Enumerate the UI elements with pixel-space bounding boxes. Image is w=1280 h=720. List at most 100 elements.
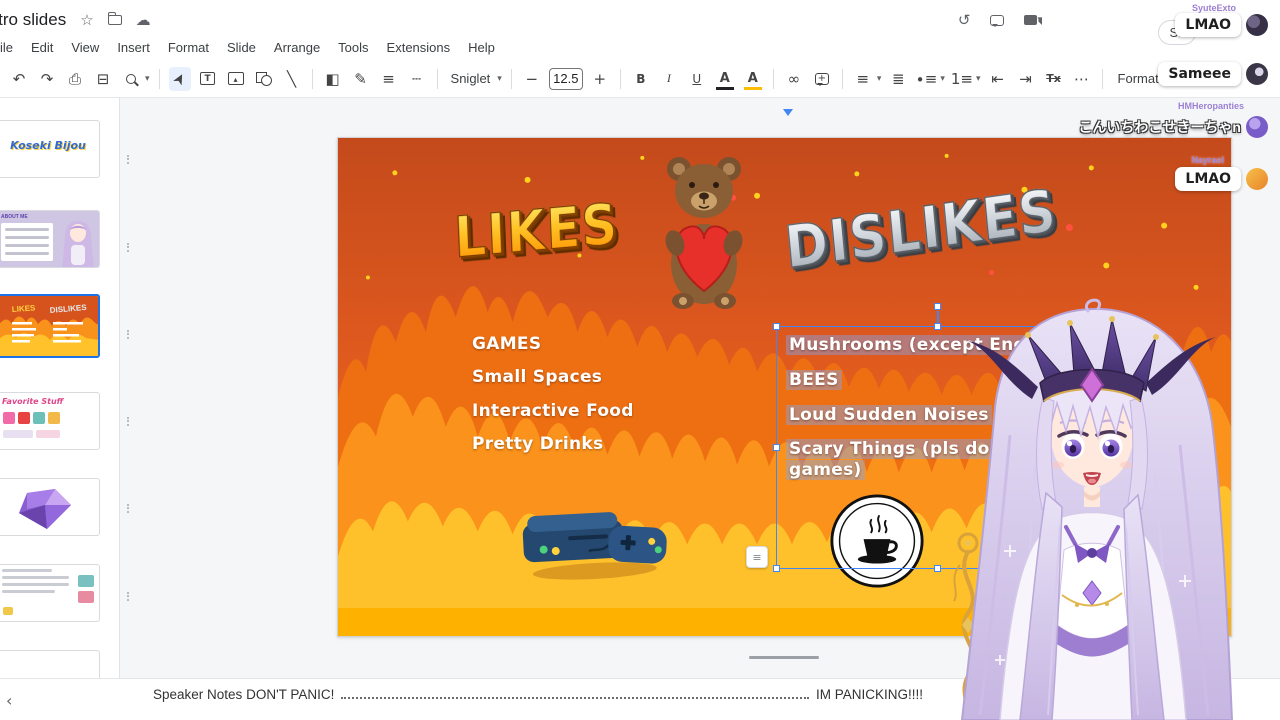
likes-item[interactable]: Small Spaces [472,367,602,387]
teddy-bear-image[interactable] [649,149,759,314]
slide-thumbnail-2[interactable]: ABOUT ME [0,210,100,268]
menu-edit[interactable]: Edit [22,37,62,58]
thumb4-title: Favorite Stuff [2,397,64,406]
clear-formatting-icon[interactable]: Tx [1043,67,1065,91]
border-color-icon[interactable]: ✎ [350,67,372,91]
undo-icon[interactable]: ↶ [8,67,30,91]
numbered-list-icon[interactable]: 1≡ [951,67,973,91]
slide-thumbnail-3-selected[interactable]: LIKES DISLIKES [0,294,100,358]
text-box-icon[interactable]: T [197,67,219,91]
titlebar: Intro slides ☆ ☁ ↺ ▾ Sli [0,0,1280,45]
drag-chip[interactable]: ≡ [746,546,768,568]
slide-thumbnail-1[interactable]: Koseki Bijou [0,120,100,178]
cloud-saved-icon: ☁ [135,11,151,29]
more-toolbar-icon[interactable]: ⋯ [1071,67,1093,91]
slide-thumbnail-6[interactable] [0,564,100,622]
document-title[interactable]: Intro slides [0,10,66,30]
thumb2-character [62,221,94,267]
insert-line-icon[interactable]: ╲ [281,67,303,91]
google-slides-app: Intro slides ☆ ☁ ↺ ▾ Sli File Edit View … [0,0,1280,720]
bulleted-list-icon[interactable]: ∙≡ [915,67,937,91]
thumb1-title: Koseki Bijou [10,139,86,152]
slide-thumbnail-5[interactable] [0,478,100,536]
bulleted-list-caret-icon[interactable]: ▾ [940,74,945,84]
menu-insert[interactable]: Insert [108,37,159,58]
line-spacing-icon[interactable]: ≣ [887,67,909,91]
dislikes-item[interactable]: BEES [786,370,842,390]
toolbar: ↶ ↷ ⎙ ⊟ ▾ ➤ T ▴ ╲ ◧ ✎ ≡ ┄ Sniglet ▾ − 12… [0,60,1280,98]
selection-handle[interactable] [773,565,780,572]
slide-thumbnail-4[interactable]: Favorite Stuff [0,392,100,450]
menu-file[interactable]: File [0,37,22,58]
numbered-list-caret-icon[interactable]: ▾ [976,74,981,84]
menu-format[interactable]: Format [159,37,218,58]
notes-dotted-line [341,690,809,699]
insert-image-icon[interactable]: ▴ [225,67,247,91]
dislikes-item[interactable]: games) [786,460,865,480]
align-icon[interactable]: ≡ [852,67,874,91]
menu-arrange[interactable]: Arrange [265,37,329,58]
thumb6-image-3 [3,607,13,615]
print-icon[interactable]: ⎙ [64,67,86,91]
insert-shape-icon[interactable] [253,67,275,91]
font-caret-icon[interactable]: ▾ [497,74,502,84]
add-comment-icon[interactable]: + [811,67,833,91]
version-history-icon[interactable]: ↺ [958,11,971,29]
insert-link-icon[interactable]: ∞ [783,67,805,91]
font-size-decrease-button[interactable]: − [521,67,543,91]
speaker-notes-label: Speaker Notes [153,687,243,702]
slide-filmstrip: Koseki Bijou ABOUT ME LIKES DISLIKES Fav… [0,98,120,678]
font-family-select[interactable]: Sniglet [447,71,495,86]
underline-icon[interactable]: U [686,67,708,91]
menu-tools[interactable]: Tools [329,37,377,58]
star-icon[interactable]: ☆ [80,11,93,29]
camera-icon [1024,15,1043,25]
thumb6-image-2 [78,591,94,603]
align-caret-icon[interactable]: ▾ [877,74,882,84]
zoom-caret-icon[interactable]: ▾ [145,74,150,84]
selection-handle[interactable] [773,323,780,330]
slideshow-button[interactable]: Sli [1157,20,1196,45]
comments-icon[interactable] [990,14,1005,27]
border-weight-icon[interactable]: ≡ [378,67,400,91]
menu-extensions[interactable]: Extensions [378,37,460,58]
menubar: File Edit View Insert Format Slide Arran… [0,34,1280,60]
menu-view[interactable]: View [62,37,108,58]
paint-format-icon[interactable]: ⊟ [92,67,114,91]
thumb6-image-1 [78,575,94,587]
font-size-input[interactable]: 12.5 [548,67,583,90]
speaker-notes-text-left[interactable]: DON'T PANIC! [246,687,334,702]
text-color-icon[interactable]: A [714,67,736,91]
menu-help[interactable]: Help [459,37,504,58]
bold-icon[interactable]: B [630,67,652,91]
game-console-image[interactable] [506,487,680,586]
italic-icon[interactable]: I [658,67,680,91]
thumb2-label: ABOUT ME [1,214,28,220]
slide-thumbnail-7[interactable] [0,650,100,678]
move-folder-icon[interactable] [107,12,122,25]
font-size-increase-button[interactable]: + [589,67,611,91]
vtuber-character-overlay [953,298,1234,720]
center-guide-marker [783,109,793,121]
svg-text:LIKES: LIKES [12,303,37,314]
border-dash-icon[interactable]: ┄ [406,67,428,91]
menu-slide[interactable]: Slide [218,37,265,58]
increase-indent-icon[interactable]: ⇥ [1015,67,1037,91]
speaker-notes-text-right[interactable]: IM PANICKING!!!! [816,687,923,702]
select-tool-icon[interactable]: ➤ [168,66,191,91]
format-options-button[interactable]: Format options [1112,71,1211,86]
zoom-icon[interactable] [120,67,142,91]
decrease-indent-icon[interactable]: ⇤ [987,67,1009,91]
notes-resize-handle[interactable] [749,656,819,659]
highlight-color-icon[interactable]: A [742,67,764,91]
meet-button[interactable]: ▾ [1024,15,1043,25]
collapse-filmstrip-icon[interactable]: ‹ [6,691,12,710]
fill-color-icon[interactable]: ◧ [322,67,344,91]
selection-handle[interactable] [773,443,780,451]
thumb5-gem-mini [19,489,71,529]
likes-item[interactable]: Pretty Drinks [472,434,603,454]
redo-icon[interactable]: ↷ [36,67,58,91]
likes-item[interactable]: Interactive Food [472,401,634,421]
likes-item[interactable]: GAMES [472,334,541,354]
thumb3-fire-mini: LIKES DISLIKES [0,296,98,356]
